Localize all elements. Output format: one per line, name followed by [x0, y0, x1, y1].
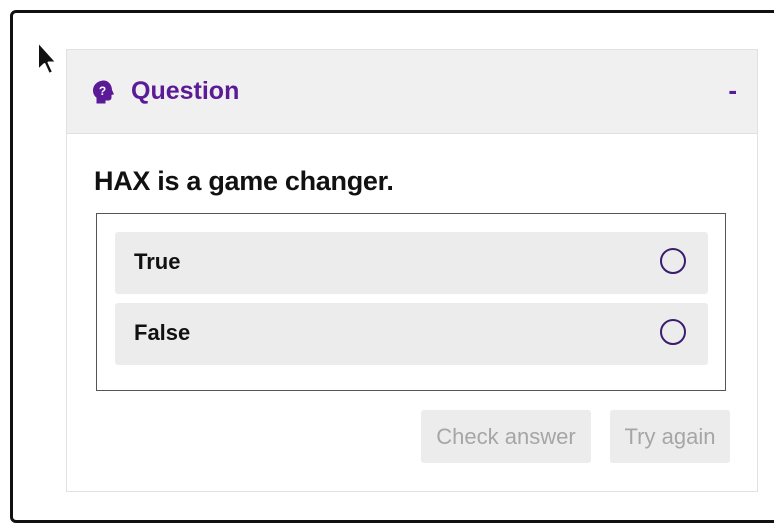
- card-title: Question: [131, 77, 240, 105]
- radio-button-true[interactable]: [660, 248, 686, 274]
- radio-button-false[interactable]: [660, 319, 686, 345]
- mouse-pointer-icon: [37, 41, 58, 75]
- answer-label: True: [134, 249, 181, 274]
- question-card: ? Question - HAX is a game changer. True…: [66, 49, 758, 492]
- answer-label: False: [134, 320, 191, 345]
- question-card-header: ? Question -: [67, 50, 757, 134]
- answer-option-true[interactable]: True: [115, 232, 708, 294]
- collapse-button[interactable]: -: [728, 74, 737, 106]
- question-text: HAX is a game changer.: [94, 166, 394, 196]
- try-again-button[interactable]: Try again: [610, 410, 730, 463]
- check-answer-button[interactable]: Check answer: [421, 410, 591, 463]
- answer-option-false[interactable]: False: [115, 303, 708, 365]
- question-head-icon: ?: [93, 80, 114, 104]
- answer-list: True False: [96, 213, 726, 391]
- svg-text:?: ?: [99, 84, 106, 98]
